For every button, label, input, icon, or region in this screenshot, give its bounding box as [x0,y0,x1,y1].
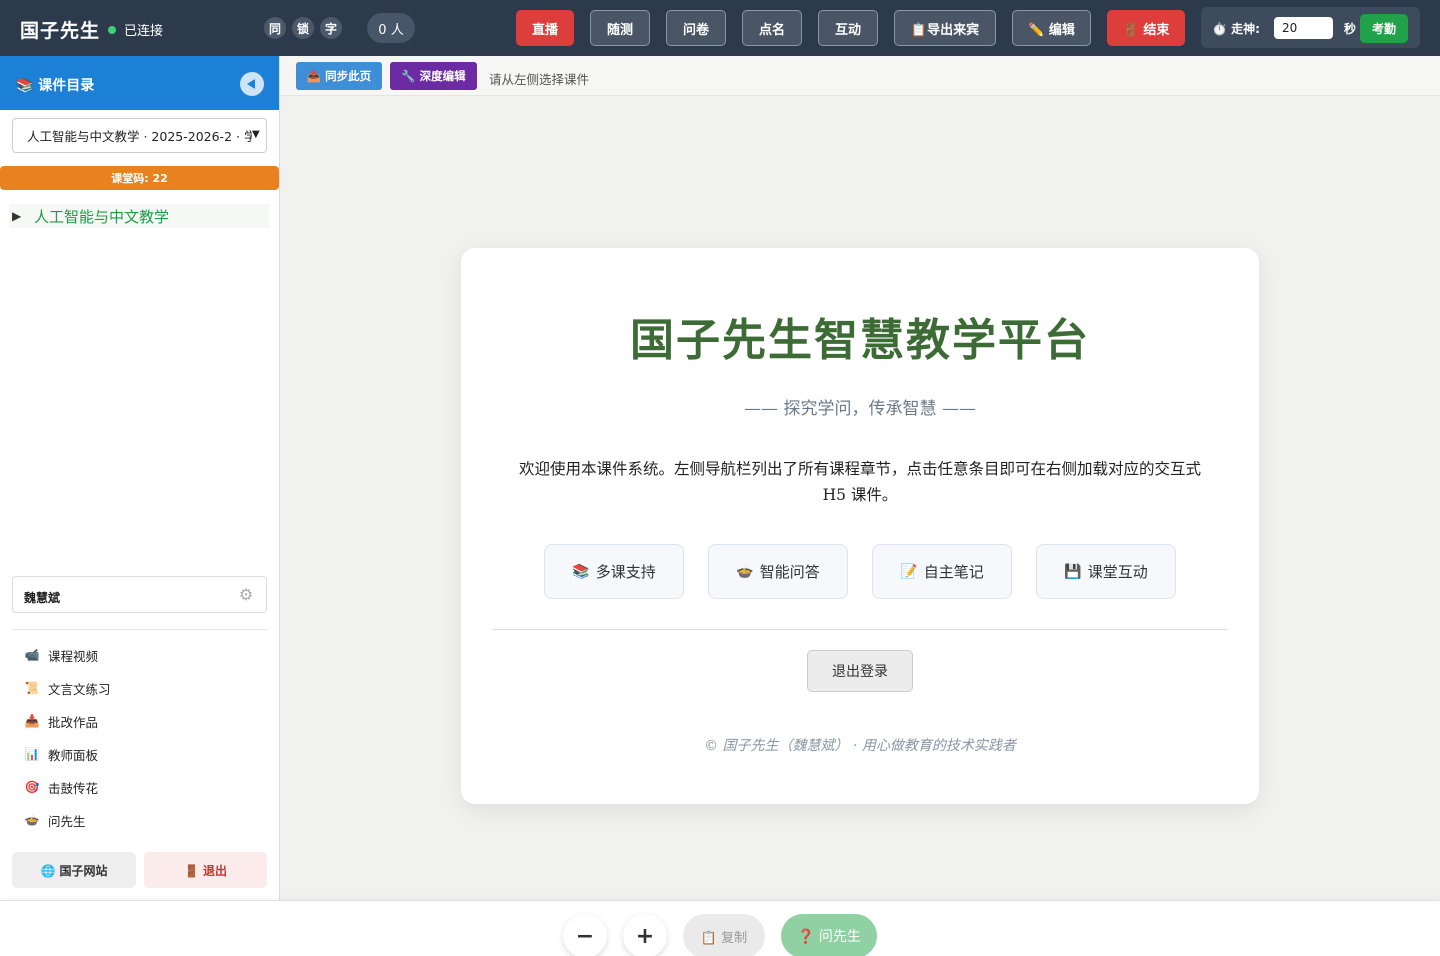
content-toolbar: 📤 同步此页 🔧 深度编辑 请从左侧选择课件 [280,56,1440,96]
zoom-in-button[interactable]: + [623,914,667,956]
menu-item-classical-practice[interactable]: 📜 文言文练习 [24,678,111,698]
timer-seconds-input[interactable] [1274,17,1333,39]
connection-status-label: 已连接 [124,24,164,39]
sidebar-divider [12,629,267,630]
user-name: 魏慧斌 [24,591,61,605]
export-guests-button[interactable]: 📋导出来宾 [894,10,996,46]
feature-interaction: 💾 课堂互动 [1036,544,1176,599]
tree-item-course[interactable]: ▶ 人工智能与中文教学 [9,204,269,228]
menu-item-label: 教师面板 [48,747,99,763]
app-brand: 国子先生 [20,20,101,42]
interact-button[interactable]: 互动 [818,10,878,46]
menu-item-label: 课程视频 [48,648,99,664]
menu-item-label: 文言文练习 [48,681,111,697]
user-box: 魏慧斌 ⚙ [12,576,267,613]
live-button[interactable]: 直播 [516,10,574,46]
site-button[interactable]: 🌐 国子网站 [12,852,136,888]
menu-item-teacher-panel[interactable]: 📊 教师面板 [24,744,99,764]
menu-item-grade-work[interactable]: 📥 批改作品 [24,711,99,731]
sync-toggle-button[interactable]: 同 [264,17,286,39]
memo-icon: 📝 [900,563,918,580]
sync-page-button[interactable]: 📤 同步此页 [296,62,382,90]
feature-notes: 📝 自主笔记 [872,544,1012,599]
attention-timer: ⏱️ 走神: 秒 考勤 [1201,7,1420,48]
expand-arrow-icon[interactable]: ▶ [12,209,26,223]
welcome-card: 国子先生智慧教学平台 —— 探究学问，传承智慧 —— 欢迎使用本课件系统。左侧导… [461,248,1259,804]
feature-label: 课堂互动 [1087,563,1148,581]
timer-label: ⏱️ 走神: [1212,22,1260,36]
menu-item-label: 批改作品 [48,714,99,730]
sidebar: 📚 课件目录 人工智能与中文教学 · 2025-2026-2 · 学 ▼ 课堂码… [0,56,280,900]
page-description: 欢迎使用本课件系统。左侧导航栏列出了所有课程章节，点击任意条目即可在右侧加载对应… [518,460,1201,504]
top-bar: 国子先生 已连接 同 锁 字 0 人 直播 随测 问卷 点名 互动 📋导出来宾 … [0,0,1440,56]
gear-icon[interactable]: ⚙ [237,586,255,604]
status-dot-icon [108,25,116,34]
feature-multi-course: 📚 多课支持 [544,544,684,599]
bottom-bar: − + 📋 复制 ❓ 问先生 [0,900,1440,956]
feature-label: 智能问答 [759,563,820,581]
attendance-button[interactable]: 考勤 [1360,14,1408,43]
course-select-value: 人工智能与中文教学 · 2025-2026-2 · 学 [27,129,257,144]
scroll-icon: 📜 [24,681,40,695]
lock-toggle-button[interactable]: 锁 [292,17,314,39]
sidebar-logout-button[interactable]: 🚪 退出 [144,852,267,888]
survey-button[interactable]: 问卷 [666,10,726,46]
pot-icon: 🍲 [736,563,754,580]
feature-smart-qa: 🍲 智能问答 [708,544,848,599]
connection-status: 已连接 [108,20,163,39]
feature-label: 多课支持 [595,563,656,581]
chevron-down-icon: ▼ [252,129,262,140]
menu-item-label: 击鼓传花 [48,780,99,796]
deep-edit-button[interactable]: 🔧 深度编辑 [390,62,477,90]
floppy-disk-icon: 💾 [1064,563,1082,580]
toolbar-hint: 请从左侧选择课件 [489,72,590,87]
books-icon: 📚 [572,563,590,580]
ask-teacher-button[interactable]: ❓ 问先生 [781,914,877,956]
edit-button[interactable]: ✏️ 编辑 [1012,10,1091,46]
card-divider [493,629,1227,630]
menu-item-label: 问先生 [48,813,86,829]
chevron-left-icon [247,79,255,89]
sidebar-title: 📚 课件目录 [16,78,95,94]
online-count-badge: 0 人 [367,13,415,43]
room-code-badge: 课堂码: 22 [0,166,279,190]
sidebar-header: 📚 课件目录 [0,56,279,110]
zoom-out-button[interactable]: − [563,914,607,956]
menu-item-pass-flower[interactable]: 🎯 击鼓传花 [24,777,99,797]
menu-item-ask-teacher[interactable]: 🍲 问先生 [24,810,86,830]
timer-unit: 秒 [1344,22,1357,36]
collapse-sidebar-button[interactable] [240,72,264,96]
inbox-icon: 📥 [24,714,40,728]
page-title: 国子先生智慧教学平台 [630,315,1090,366]
tree-item-label: 人工智能与中文教学 [34,207,170,226]
subtitle-toggle-button[interactable]: 字 [320,17,342,39]
roll-call-button[interactable]: 点名 [742,10,802,46]
footer-credit: © 国子先生（魏慧斌） · 用心做教育的技术实践者 [704,738,1016,754]
target-icon: 🎯 [24,780,40,794]
video-camera-icon: 📹 [24,648,40,662]
end-class-button[interactable]: 🚪 结束 [1107,10,1185,46]
quiz-button[interactable]: 随测 [590,10,650,46]
logout-button[interactable]: 退出登录 [807,650,913,692]
copy-button[interactable]: 📋 复制 [683,914,765,956]
page-subtitle: —— 探究学问，传承智慧 —— [744,399,976,419]
feature-label: 自主笔记 [923,563,984,581]
bar-chart-icon: 📊 [24,747,40,761]
course-select[interactable]: 人工智能与中文教学 · 2025-2026-2 · 学 ▼ [12,118,267,153]
pot-icon: 🍲 [24,813,40,827]
menu-item-course-video[interactable]: 📹 课程视频 [24,645,99,665]
